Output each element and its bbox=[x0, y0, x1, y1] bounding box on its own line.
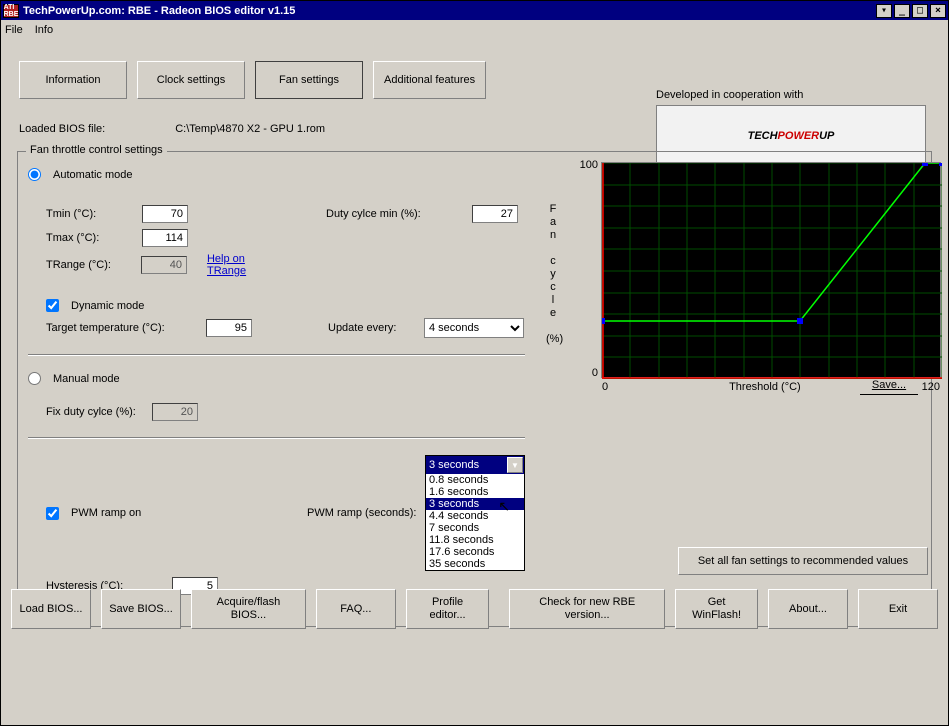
update-every-select[interactable]: 4 seconds bbox=[424, 318, 524, 338]
save-bios-button[interactable]: Save BIOS... bbox=[101, 589, 181, 629]
pwm-option[interactable]: 17.6 seconds bbox=[426, 546, 524, 558]
trange-label: TRange (°C): bbox=[46, 259, 135, 271]
acquire-flash-button[interactable]: Acquire/flash BIOS... bbox=[191, 589, 306, 629]
set-recommended-button[interactable]: Set all fan settings to recommended valu… bbox=[678, 547, 928, 575]
pwm-option[interactable]: 3 seconds ↖ bbox=[426, 498, 524, 510]
titlebar[interactable]: ATI RBE TechPowerUp.com: RBE - Radeon BI… bbox=[1, 1, 948, 20]
manual-mode-label: Manual mode bbox=[53, 373, 120, 385]
pwm-option[interactable]: 11.8 seconds bbox=[426, 534, 524, 546]
pwm-option[interactable]: 7 seconds bbox=[426, 522, 524, 534]
tmax-input[interactable] bbox=[142, 229, 188, 247]
fix-duty-label: Fix duty cylce (%): bbox=[46, 406, 146, 418]
tab-additional-features[interactable]: Additional features bbox=[373, 61, 486, 99]
pwm-ramp-on-label: PWM ramp on bbox=[71, 507, 301, 519]
pwm-option[interactable]: 1.6 seconds bbox=[426, 486, 524, 498]
automatic-mode-radio[interactable] bbox=[28, 168, 41, 181]
tab-clock-settings[interactable]: Clock settings bbox=[137, 61, 245, 99]
dynamic-mode-checkbox[interactable] bbox=[46, 299, 59, 312]
chevron-down-icon[interactable]: ▼ bbox=[507, 457, 523, 473]
about-button[interactable]: About... bbox=[768, 589, 848, 629]
load-bios-button[interactable]: Load BIOS... bbox=[11, 589, 91, 629]
app-icon: ATI RBE bbox=[3, 4, 19, 18]
exit-button[interactable]: Exit bbox=[858, 589, 938, 629]
target-temp-label: Target temperature (°C): bbox=[46, 322, 200, 334]
pwm-ramp-on-checkbox[interactable] bbox=[46, 507, 59, 520]
tab-fan-settings[interactable]: Fan settings bbox=[255, 61, 363, 99]
chart-x-min: 0 bbox=[602, 381, 608, 393]
automatic-mode-label: Automatic mode bbox=[53, 169, 132, 181]
duty-cycle-min-input[interactable] bbox=[472, 205, 518, 223]
iconify-button[interactable]: ▾ bbox=[876, 4, 892, 18]
chart-y-min: 0 bbox=[574, 367, 598, 379]
chart-x-axis-title: Threshold (°C) bbox=[729, 381, 801, 393]
update-every-label: Update every: bbox=[328, 322, 418, 334]
maximize-button[interactable]: □ bbox=[912, 4, 928, 18]
get-winflash-button[interactable]: Get WinFlash! bbox=[675, 589, 758, 629]
tab-information[interactable]: Information bbox=[19, 61, 127, 99]
menu-file[interactable]: File bbox=[5, 24, 23, 36]
close-button[interactable]: × bbox=[930, 4, 946, 18]
chart-y-axis-title: F a n c y c l e (%) bbox=[546, 203, 560, 346]
fan-curve-chart: 100 0 F a n c y c l e (%) 0 Threshold (°… bbox=[601, 162, 941, 378]
trange-input bbox=[141, 256, 187, 274]
menu-info[interactable]: Info bbox=[35, 24, 53, 36]
tmin-input[interactable] bbox=[142, 205, 188, 223]
logo-caption: Developed in cooperation with bbox=[656, 89, 932, 101]
duty-cycle-min-label: Duty cylce min (%): bbox=[326, 208, 466, 220]
trange-help-link[interactable]: Help on TRange bbox=[207, 253, 286, 277]
target-temp-input[interactable] bbox=[206, 319, 252, 337]
dynamic-mode-label: Dynamic mode bbox=[71, 300, 144, 312]
pwm-option[interactable]: 35 seconds bbox=[426, 558, 524, 570]
pwm-ramp-seconds-label: PWM ramp (seconds): bbox=[307, 507, 419, 519]
chart-y-max: 100 bbox=[574, 159, 598, 171]
manual-mode-radio[interactable] bbox=[28, 372, 41, 385]
loaded-bios-label: Loaded BIOS file: bbox=[19, 123, 105, 135]
minimize-button[interactable]: _ bbox=[894, 4, 910, 18]
cursor-icon: ↖ bbox=[498, 498, 510, 515]
pwm-ramp-select[interactable]: 3 seconds ▼ 0.8 seconds 1.6 seconds 3 se… bbox=[425, 455, 525, 571]
faq-button[interactable]: FAQ... bbox=[316, 589, 396, 629]
fix-duty-input bbox=[152, 403, 198, 421]
menubar: File Info bbox=[1, 20, 948, 39]
save-chart-button[interactable]: Save... bbox=[860, 379, 918, 395]
pwm-option[interactable]: 0.8 seconds bbox=[426, 474, 524, 486]
chart-x-max: 120 bbox=[922, 381, 940, 393]
check-version-button[interactable]: Check for new RBE version... bbox=[509, 589, 665, 629]
tmin-label: Tmin (°C): bbox=[46, 208, 136, 220]
tmax-label: Tmax (°C): bbox=[46, 232, 136, 244]
profile-editor-button[interactable]: Profile editor... bbox=[406, 589, 489, 629]
loaded-bios-path: C:\Temp\4870 X2 - GPU 1.rom bbox=[175, 123, 325, 135]
window-title: TechPowerUp.com: RBE - Radeon BIOS edito… bbox=[23, 5, 874, 17]
